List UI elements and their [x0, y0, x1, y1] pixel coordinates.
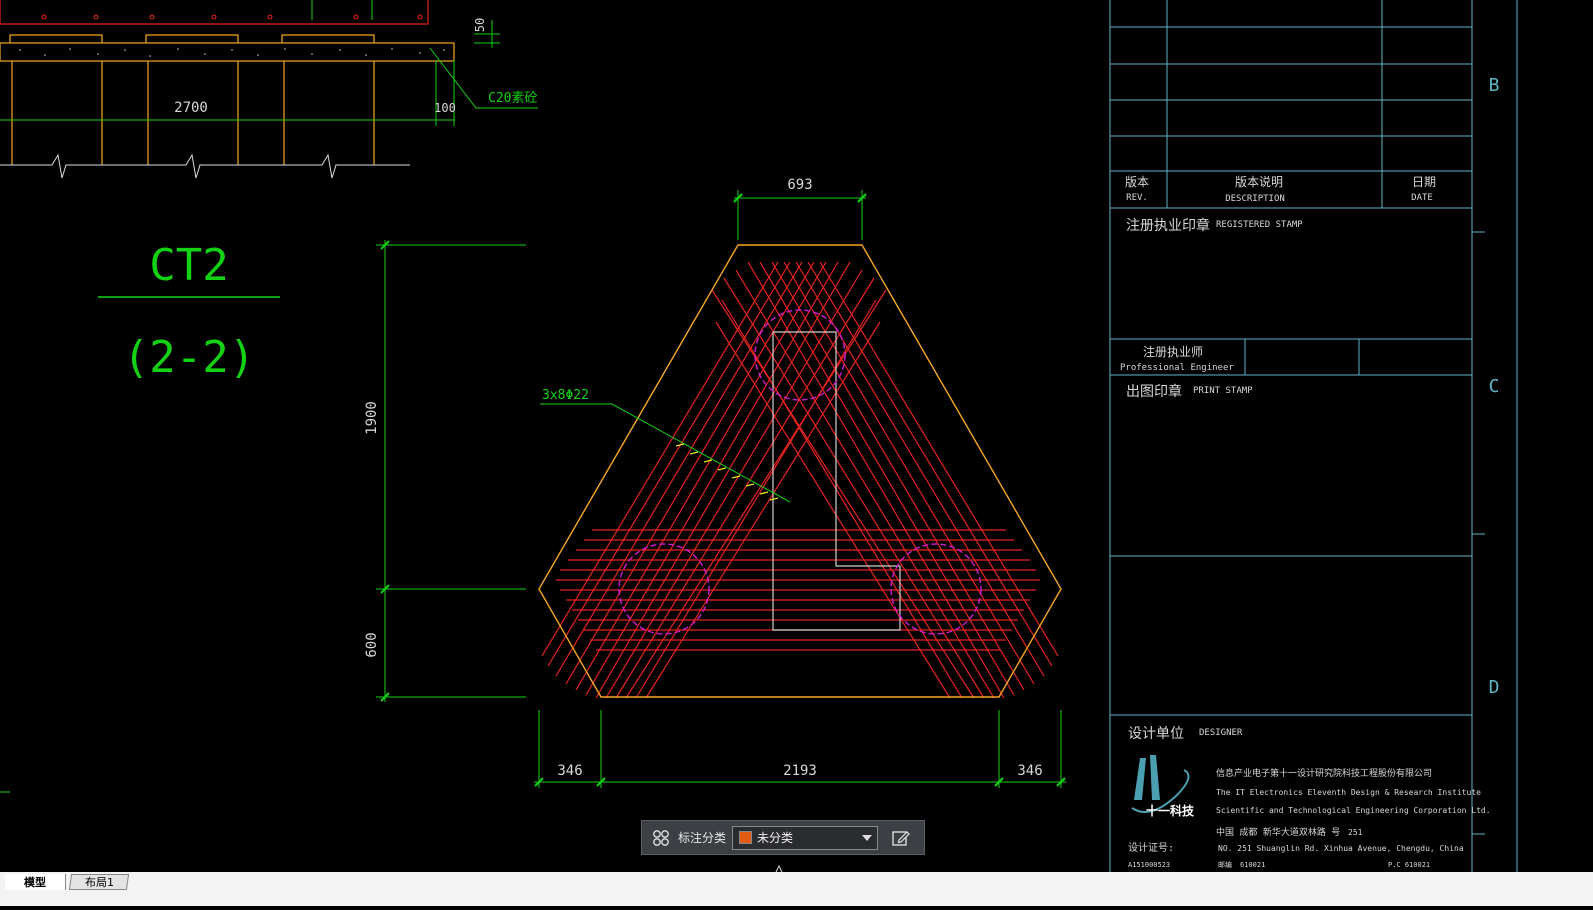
tab-layout1-label: 布局1 [84, 876, 114, 889]
dim-height-upper: 1900 [364, 401, 380, 435]
engineer-en: Professional Engineer [1120, 363, 1234, 373]
cap-outline [538, 244, 1062, 698]
date-label-en: DATE [1411, 193, 1433, 203]
concrete-strip [0, 42, 455, 62]
section-title: CT2 (2-2) [98, 240, 280, 383]
annotation-toolbar: 标注分类 未分类 [641, 820, 925, 855]
leader-c20-text: C20素砼 [488, 91, 537, 106]
tab-model-label: 模型 [24, 876, 46, 889]
concrete-hatch [19, 48, 445, 57]
registered-stamp-en: REGISTERED STAMP [1216, 220, 1303, 230]
category-color-swatch [739, 831, 753, 844]
dim-bottom-middle: 2193 [783, 763, 817, 779]
rev-label-cn: 版本 [1125, 175, 1149, 189]
section-name: CT2 [149, 240, 228, 291]
address-cn: 中国 成都 新华大道双林路 号 [1216, 826, 1340, 838]
pile-cap-section: 693 1900 600 346 2193 346 3x8Φ22 [364, 177, 1066, 788]
dim-2700-text: 2700 [174, 100, 208, 116]
cert-no: A151000523 [1128, 861, 1170, 869]
postcode: 610021 [1240, 861, 1265, 869]
cad-drawing-canvas[interactable]: 2700 100 50 C20素砼 CT2 (2-2) 693 1900 600… [0, 0, 1593, 906]
print-stamp-en: PRINT STAMP [1193, 386, 1253, 396]
pc-label: P.C 610021 [1388, 861, 1430, 869]
pile-top [754, 309, 846, 401]
dim-bottom-right: 346 [1017, 763, 1042, 779]
grid-icon[interactable] [650, 827, 672, 849]
category-selected-value: 未分类 [757, 831, 794, 845]
company-logo: 十一科技 [1131, 755, 1195, 818]
section-label: (2-2) [123, 332, 255, 383]
company-cn: 信息产业电子第十一设计研究院科技工程股份有限公司 [1216, 767, 1432, 779]
designer-en: DESIGNER [1199, 728, 1243, 738]
company-en1: The IT Electronics Eleventh Design & Res… [1216, 788, 1481, 797]
tab-layout1[interactable]: 布局1 [68, 874, 130, 890]
dim-50-text: 50 [473, 18, 487, 32]
date-label-cn: 日期 [1412, 175, 1436, 189]
layout-tab-bar [0, 872, 1593, 906]
dimension-lines [376, 190, 1066, 788]
dim-bottom-left: 346 [557, 763, 582, 779]
rebar-grid [541, 261, 1059, 699]
tab-model[interactable]: 模型 [5, 874, 66, 890]
desc-label-en: DESCRIPTION [1225, 194, 1285, 204]
address-no: 251 [1348, 828, 1363, 837]
engineer-cn: 注册执业师 [1143, 344, 1203, 359]
column-outline [772, 331, 901, 631]
border-letter-d: D [1489, 677, 1500, 698]
postcode-label: 邮编 [1218, 860, 1232, 869]
category-select[interactable]: 未分类 [732, 825, 879, 850]
logo-text: 十一科技 [1146, 803, 1195, 818]
cert-label: 设计证号: [1128, 841, 1174, 854]
top-plan-view: 2700 100 50 C20素砼 [0, 0, 538, 179]
rebar-label: 3x8Φ22 [542, 388, 589, 403]
edit-icon[interactable] [888, 826, 914, 850]
top-red-rect [0, 0, 429, 25]
title-block: 版本 REV. 版本说明 DESCRIPTION 日期 DATE 注册执业印章 … [1109, 0, 1518, 872]
break-line [0, 153, 410, 179]
toolbar-label: 标注分类 [678, 831, 727, 845]
border-letter-c: C [1489, 376, 1500, 397]
dim-100-text: 100 [434, 101, 456, 115]
dim-top-width: 693 [787, 177, 812, 193]
print-stamp-cn: 出图印章 [1126, 383, 1182, 400]
drawing-svg[interactable]: 2700 100 50 C20素砼 CT2 (2-2) 693 1900 600… [0, 0, 1593, 906]
rev-label-en: REV. [1126, 193, 1148, 203]
border-letter-b: B [1489, 75, 1500, 96]
company-en2: Scientific and Technological Engineering… [1216, 806, 1491, 815]
desc-label-cn: 版本说明 [1235, 174, 1283, 189]
registered-stamp-cn: 注册执业印章 [1126, 217, 1210, 234]
chevron-down-icon [862, 834, 873, 841]
dim-height-lower: 600 [364, 632, 380, 657]
designer-cn: 设计单位 [1128, 726, 1184, 742]
top-red-dots [41, 14, 423, 20]
address-en: NO. 251 Shuanglin Rd. Xinhua Avenue, Che… [1218, 844, 1464, 853]
